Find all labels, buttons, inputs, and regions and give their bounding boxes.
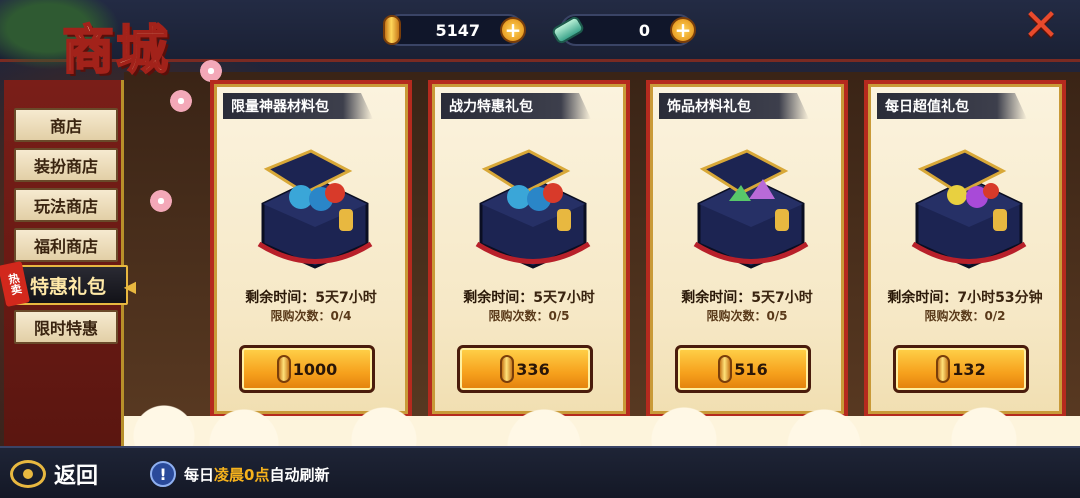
sidebar-item-shop[interactable]: 商店 [14,108,118,142]
note-suffix: 自动刷新 [269,465,330,484]
jade-value: 0 [638,20,650,40]
pack-card: 饰品材料礼包 剩余时间：5天7小时 限购次数：0/5 516 [650,84,844,414]
pack-price: 516 [734,359,768,379]
buy-pack-button[interactable]: 132 [893,345,1029,393]
pack-name: 每日超值礼包 [877,93,1027,119]
coin-counter: 5147 + [383,14,526,46]
pack-purchase-limit: 限购次数：0/5 [488,309,570,323]
pack-price: 132 [952,359,986,379]
treasure-chest-icon [475,149,591,269]
page-title: 商城 [61,19,171,82]
sidebar-item-label: 特惠礼包 [29,275,106,298]
back-label: 返回 [54,464,99,489]
pack-name: 限量神器材料包 [223,93,373,119]
sidebar-item-limited-offers[interactable]: 限时特惠 [14,310,118,344]
add-jade-button[interactable]: + [670,17,696,43]
gold-bar-icon [372,10,412,50]
pack-name: 战力特惠礼包 [441,93,591,119]
sidebar-item-gameplay-shop[interactable]: 玩法商店 [14,188,118,222]
gold-bar-icon [500,355,515,383]
treasure-chest-icon [693,149,809,269]
pack-timer: 剩余时间：5天7小时 [245,290,377,306]
exclamation-icon: ! [150,461,176,487]
back-button[interactable]: 返回 [10,454,120,494]
pack-timer: 剩余时间：7小时53分钟 [887,290,1043,306]
gold-bar-icon [718,355,733,383]
treasure-chest-icon [911,149,1027,269]
pack-card: 每日超值礼包 剩余时间：7小时53分钟 限购次数：0/2 132 [868,84,1062,414]
chevron-left-icon: ◀ [123,277,136,296]
jade-counter: 0 + [550,14,696,46]
pack-timer: 剩余时间：5天7小时 [463,290,595,306]
gold-bar-icon [936,355,951,383]
pack-purchase-limit: 限购次数：0/4 [270,309,352,323]
shop-title-logo: 商城 [0,0,200,95]
pack-purchase-limit: 限购次数：0/2 [924,309,1006,323]
pack-purchase-limit: 限购次数：0/5 [706,309,788,323]
hot-badge: 热卖 [0,260,31,308]
add-coins-button[interactable]: + [500,17,526,43]
bottom-bar: 返回 ! 每日凌晨0点自动刷新 [0,446,1080,498]
shop-sidebar: 商店 装扮商店 玩法商店 福利商店 热卖 特惠礼包 ◀ 限时特惠 [0,80,136,450]
pack-price: 336 [516,359,550,379]
cloud-decoration [124,396,1080,446]
gold-bar-icon [276,355,291,383]
pack-card: 限量神器材料包 剩余时间：5天7小时 限购次数：0/4 1000 [214,84,408,414]
sakura-decoration [150,190,172,212]
sidebar-item-welfare-shop[interactable]: 福利商店 [14,228,118,262]
pack-card: 战力特惠礼包 剩余时间：5天7小时 限购次数：0/5 336 [432,84,626,414]
pack-timer: 剩余时间：5天7小时 [681,290,813,306]
pack-price: 1000 [292,359,338,379]
jade-icon [548,10,588,50]
buy-pack-button[interactable]: 1000 [239,345,375,393]
eye-back-icon [10,460,46,488]
treasure-chest-icon [257,149,373,269]
sidebar-item-costume-shop[interactable]: 装扮商店 [14,148,118,182]
buy-pack-button[interactable]: 516 [675,345,811,393]
refresh-note: ! 每日凌晨0点自动刷新 [150,460,329,488]
sakura-decoration [200,60,222,82]
sidebar-item-special-packs[interactable]: 热卖 特惠礼包 ◀ [0,260,136,308]
buy-pack-button[interactable]: 336 [457,345,593,393]
pack-name: 饰品材料礼包 [659,93,809,119]
close-button[interactable]: ✕ [1016,4,1066,48]
note-prefix: 每日 [184,465,215,484]
coin-value: 5147 [435,20,480,40]
note-highlight: 凌晨0点 [214,465,270,484]
